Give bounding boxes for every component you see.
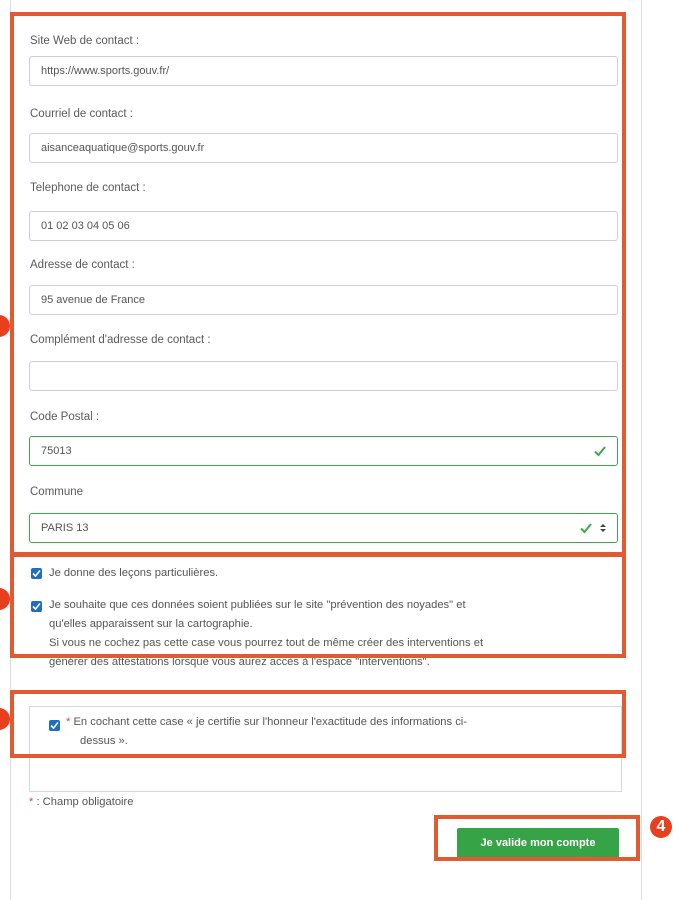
website-input[interactable]: https://www.sports.gouv.fr/ — [29, 56, 618, 86]
publish-checkbox[interactable] — [31, 601, 42, 612]
certify-checkbox[interactable] — [49, 720, 60, 731]
postal-code-value: 75013 — [41, 445, 72, 457]
valid-check-icon — [594, 446, 606, 457]
submit-account-button[interactable]: Je valide mon compte — [457, 828, 619, 858]
commune-label: Commune — [30, 486, 84, 498]
certify-text-1: En cochant cette case « je certifie sur … — [73, 716, 468, 728]
lessons-checkbox[interactable] — [31, 568, 42, 579]
publish-checkbox-label-1: Je souhaite que ces données soient publi… — [49, 599, 466, 611]
select-arrows-icon — [600, 524, 606, 532]
required-note: * : Champ obligatoire — [29, 794, 133, 811]
address-input[interactable]: 95 avenue de France — [29, 285, 618, 315]
checkmark-icon — [32, 602, 41, 611]
checkmark-icon — [32, 569, 41, 578]
commune-value: PARIS 13 — [41, 522, 89, 534]
annotation-marker-4-number: 4 — [656, 818, 666, 835]
postal-code-input[interactable]: 75013 — [29, 436, 618, 466]
required-star: * — [29, 796, 34, 808]
address-label: Adresse de contact : — [30, 259, 135, 271]
website-label: Site Web de contact : — [30, 35, 140, 47]
certify-label-1: * En cochant cette case « je certifie su… — [66, 714, 467, 731]
publish-checkbox-label-2: qu'elles apparaissent sur la cartographi… — [49, 618, 253, 630]
address-complement-input[interactable] — [29, 361, 618, 391]
valid-check-icon — [580, 523, 592, 534]
phone-input[interactable]: 01 02 03 04 05 06 — [29, 211, 618, 241]
phone-label: Telephone de contact : — [30, 182, 146, 194]
commune-select[interactable]: PARIS 13 — [29, 513, 618, 543]
publish-note-2: générer des attestations lorsque vous au… — [49, 656, 430, 668]
lessons-checkbox-label: Je donne des leçons particulières. — [49, 567, 219, 579]
email-label: Courriel de contact : — [30, 108, 133, 120]
certify-label-2: dessus ». — [80, 735, 128, 747]
annotation-marker-partial — [0, 588, 10, 610]
publish-note-1: Si vous ne cochez pas cette case vous po… — [49, 637, 484, 649]
annotation-marker-partial — [0, 708, 10, 730]
email-input[interactable]: aisanceaquatique@sports.gouv.fr — [29, 133, 618, 163]
required-note-text: : Champ obligatoire — [36, 796, 134, 808]
annotation-marker-partial — [0, 315, 10, 337]
address-complement-label: Complément d'adresse de contact : — [30, 334, 211, 346]
required-star: * — [66, 716, 71, 728]
postal-code-label: Code Postal : — [30, 411, 100, 423]
checkmark-icon — [50, 721, 59, 730]
